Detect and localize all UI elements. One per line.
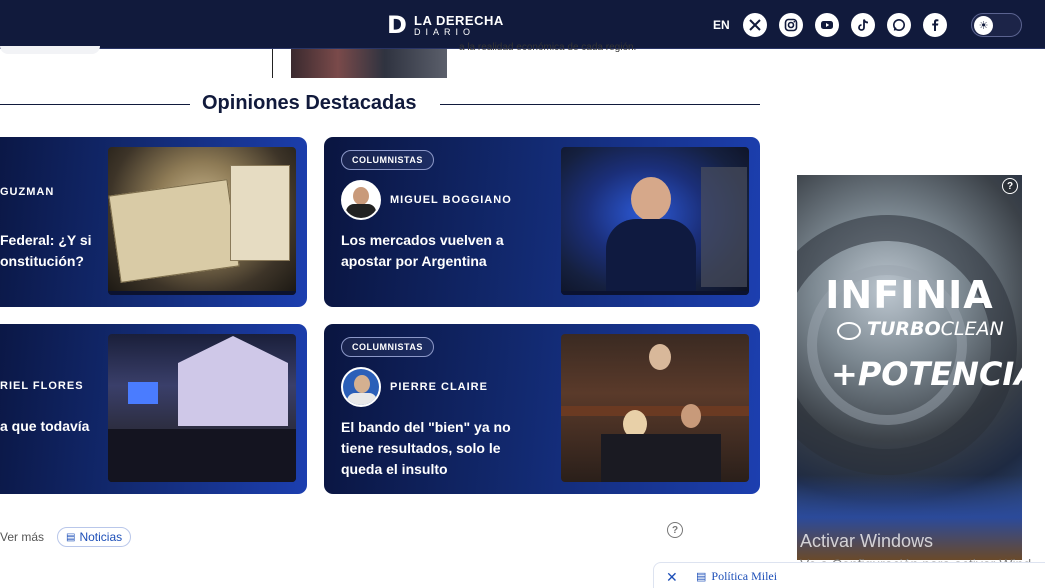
tag-chip-noticias[interactable]: ▤ Noticias [57,527,132,547]
related-link-label: Política Milei [711,569,778,583]
author-name: GUZMAN [0,186,55,198]
newspaper-icon: ▤ [696,571,707,583]
top-card-remnant [0,46,100,54]
related-link[interactable]: ▤ Política Milei [696,569,777,584]
logo-line2: DIARIO [414,26,476,37]
opinion-card[interactable]: RIEL FLORES a que todavía [0,324,307,494]
newspaper-icon: ▤ [66,531,76,543]
card-image[interactable] [108,334,296,482]
opinion-card[interactable]: COLUMNISTAS MIGUEL BOGGIANO Los mercados… [324,137,760,307]
youtube-icon[interactable] [815,13,839,37]
section-rule-right [440,104,760,105]
close-icon[interactable]: ✕ [666,569,678,586]
author-name: RIEL FLORES [0,380,84,392]
page: D LA DERECHA DIARIO EN ☀ a la realidad e… [0,0,1045,588]
language-switch[interactable]: EN [713,18,730,32]
article-thumbnail[interactable] [291,49,447,78]
section-rule-left [0,104,190,105]
theme-toggle[interactable]: ☀ [971,13,1022,37]
see-more-label: Ver más [0,530,45,544]
x-icon[interactable] [743,13,767,37]
ad-subheadline-light: CLEAN [940,318,1004,340]
windows-activation-title: Activar Windows [800,531,934,551]
tag-label: Noticias [79,530,123,544]
card-image[interactable] [108,147,296,295]
logo-line1: LA DERECHA [414,12,504,28]
tiktok-icon[interactable] [851,13,875,37]
ad-subheadline: TURBOCLEAN [867,318,1004,340]
brand-logo-icon [837,322,861,340]
author-avatar [341,367,381,407]
card-headline[interactable]: Federal: ¿Y si onstitución? [0,230,110,272]
advertisement-banner[interactable]: ? INFINIA TURBOCLEAN +POTENCIA [797,175,1022,560]
logo-text: LA DERECHA DIARIO [414,14,504,37]
bottom-related-bar: ✕ ▤ Política Milei [653,562,1045,588]
card-headline[interactable]: Los mercados vuelven a apostar por Argen… [341,230,541,272]
card-headline[interactable]: El bando del "bien" ya no tiene resultad… [341,417,541,480]
sun-icon: ☀ [974,16,993,35]
category-badge[interactable]: COLUMNISTAS [341,337,434,357]
author-avatar [341,180,381,220]
ad-subheadline-bold: TURBO [867,318,941,340]
author-name: MIGUEL BOGGIANO [390,194,512,206]
facebook-icon[interactable] [923,13,947,37]
article-snippet: a la realidad económica de cada región. [459,42,637,53]
category-badge[interactable]: COLUMNISTAS [341,150,434,170]
logo-mark-icon: D [387,11,407,39]
ad-headline: INFINIA [825,273,994,317]
opinion-card[interactable]: COLUMNISTAS PIERRE CLAIRE El bando del "… [324,324,760,494]
card-headline[interactable]: a que todavía [0,416,110,437]
instagram-icon[interactable] [779,13,803,37]
ad-info-icon[interactable]: ? [1002,178,1018,194]
whatsapp-icon[interactable] [887,13,911,37]
author-name: PIERRE CLAIRE [390,381,488,393]
vertical-divider [272,49,273,78]
ad-tagline: +POTENCIA [831,355,1022,393]
section-title: Opiniones Destacadas [202,92,417,114]
opinion-card[interactable]: GUZMAN Federal: ¿Y si onstitución? [0,137,307,307]
card-image[interactable] [561,147,749,295]
site-logo[interactable]: D LA DERECHA DIARIO [387,11,504,39]
card-image[interactable] [561,334,749,482]
help-icon[interactable]: ? [667,522,683,538]
